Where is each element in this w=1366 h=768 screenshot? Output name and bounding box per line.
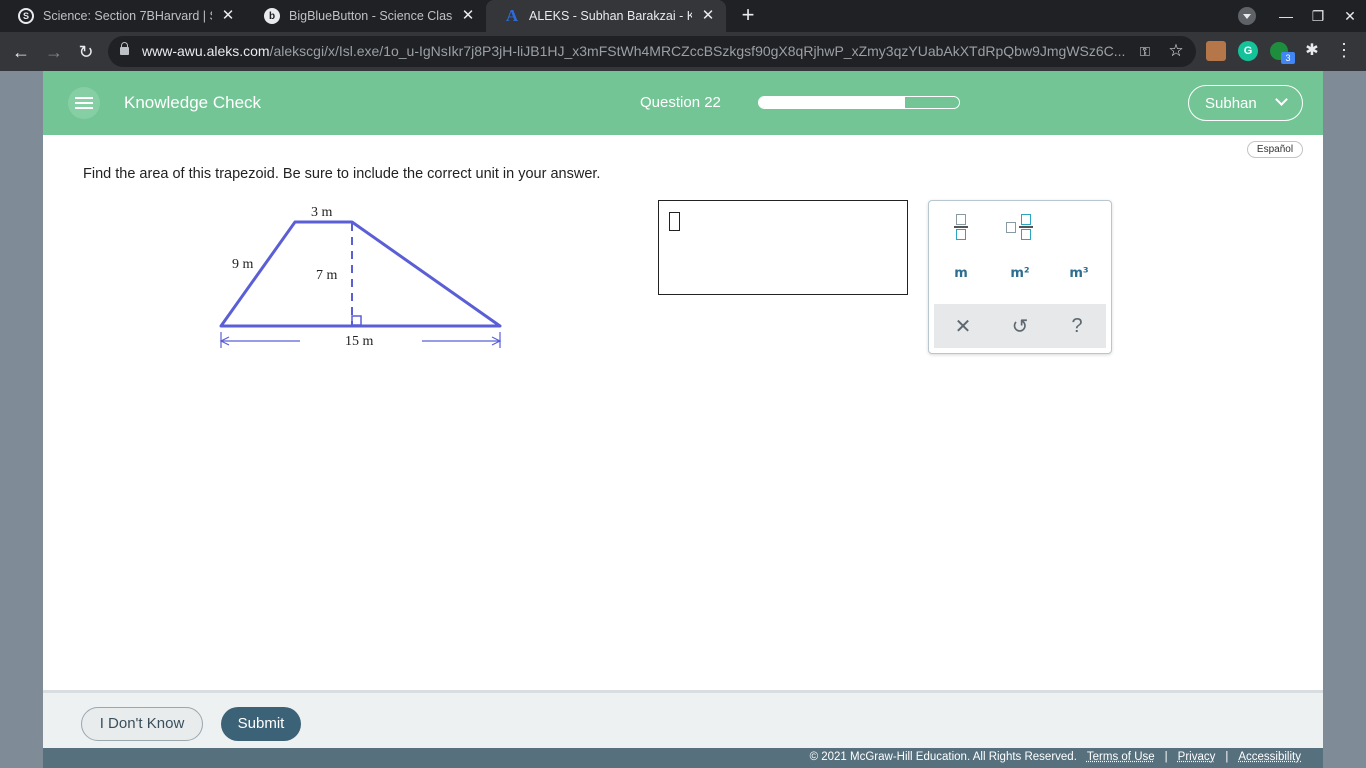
browser-tab-schoology[interactable]: S Science: Section 7BHarvard | Sc ✕ — [0, 0, 246, 32]
forward-icon[interactable]: → — [42, 40, 66, 64]
action-bar: I Don't Know Submit — [43, 690, 1323, 748]
fraction-button[interactable] — [941, 209, 981, 245]
minimize-icon[interactable]: — — [1276, 6, 1296, 26]
terms-of-use-link[interactable]: Terms of Use — [1087, 751, 1155, 763]
unit-m3-button[interactable]: m³ — [1059, 255, 1099, 291]
input-cursor — [669, 212, 680, 231]
aleks-app: Knowledge Check Question 22 Subhan Españ… — [43, 71, 1323, 768]
browser-tab-bigbluebutton[interactable]: b BigBlueButton - Science Class (3 ✕ — [246, 0, 486, 32]
url-text[interactable]: www-awu.aleks.com/alekscgi/x/Isl.exe/1o_… — [142, 43, 1132, 59]
question-label: Question 22 — [640, 94, 721, 111]
palette-tools: ✕ ↺ ? — [934, 304, 1106, 348]
close-icon[interactable]: ✕ — [460, 8, 476, 24]
question-prompt: Find the area of this trapezoid. Be sure… — [83, 166, 601, 182]
mixed-number-whole-icon — [1005, 221, 1016, 233]
math-palette: m m² m³ ✕ ↺ ? — [928, 200, 1112, 354]
user-name: Subhan — [1205, 94, 1257, 112]
label-height: 7 m — [316, 268, 338, 283]
bookmark-star-icon[interactable]: ☆ — [1166, 41, 1186, 61]
undo-icon[interactable]: ↺ — [1000, 304, 1040, 348]
accessibility-link[interactable]: Accessibility — [1238, 751, 1301, 763]
bigbluebutton-icon: b — [264, 8, 280, 24]
maximize-icon[interactable]: ❐ — [1308, 6, 1328, 26]
language-button[interactable]: Español — [1247, 141, 1303, 158]
unit-m-button[interactable]: m — [941, 255, 981, 291]
page-background: Knowledge Check Question 22 Subhan Españ… — [0, 71, 1366, 768]
label-top: 3 m — [311, 205, 333, 220]
fraction-icon — [954, 214, 968, 240]
browser-tab-aleks[interactable]: A ALEKS - Subhan Barakzai - Know ✕ — [486, 0, 726, 32]
submit-button[interactable]: Submit — [221, 707, 301, 741]
close-icon[interactable]: ✕ — [220, 8, 236, 24]
copyright-text: © 2021 McGraw-Hill Education. All Rights… — [809, 751, 1077, 763]
label-base: 15 m — [345, 334, 374, 349]
progress-bar — [758, 96, 960, 109]
lock-icon — [120, 42, 129, 55]
divider: | — [1164, 751, 1168, 763]
browser-toolbar: ← → ↻ www-awu.aleks.com/alekscgi/x/Isl.e… — [0, 32, 1366, 71]
clear-icon[interactable]: ✕ — [943, 304, 983, 348]
tab-search-icon[interactable] — [1238, 7, 1256, 25]
trapezoid-figure: 3 m 9 m 7 m 15 m — [203, 196, 533, 356]
extension-avatar-icon[interactable] — [1206, 41, 1226, 61]
privacy-link[interactable]: Privacy — [1178, 751, 1216, 763]
tab-title: BigBlueButton - Science Class (3 — [289, 9, 452, 23]
page-title: Knowledge Check — [124, 93, 262, 112]
mixed-number-button[interactable] — [999, 209, 1039, 245]
unit-m2-button[interactable]: m² — [1000, 255, 1040, 291]
schoology-icon: S — [18, 8, 34, 24]
back-icon[interactable]: ← — [9, 40, 33, 64]
answer-input[interactable] — [658, 200, 908, 295]
hamburger-menu-icon[interactable] — [68, 87, 100, 119]
reload-icon[interactable]: ↻ — [74, 40, 98, 64]
grammarly-icon[interactable]: G — [1238, 41, 1258, 61]
trapezoid-shape — [219, 220, 502, 328]
url-host: www-awu.aleks.com — [142, 43, 270, 59]
user-menu-button[interactable]: Subhan — [1188, 85, 1303, 121]
dont-know-button[interactable]: I Don't Know — [81, 707, 203, 741]
help-icon[interactable]: ? — [1057, 304, 1097, 348]
mixed-number-fraction-icon — [1018, 214, 1033, 240]
aleks-icon: A — [505, 6, 519, 25]
extension-badge: 3 — [1281, 52, 1295, 64]
chevron-down-icon — [1275, 93, 1288, 106]
progress-fill — [759, 97, 905, 108]
browser-menu-icon[interactable]: ⋮ — [1334, 40, 1354, 60]
new-tab-icon[interactable]: + — [737, 4, 759, 27]
url-path: /alekscgi/x/Isl.exe/1o_u-IgNsIkr7j8P3jH-… — [269, 43, 1126, 59]
window-close-icon[interactable]: ✕ — [1340, 6, 1360, 26]
browser-tab-strip: S Science: Section 7BHarvard | Sc ✕ b Bi… — [0, 0, 1366, 32]
copyright-bar: © 2021 McGraw-Hill Education. All Rights… — [43, 748, 1323, 768]
tab-title: ALEKS - Subhan Barakzai - Know — [529, 9, 692, 23]
extensions-puzzle-icon[interactable]: ✱ — [1302, 41, 1322, 61]
address-bar[interactable]: www-awu.aleks.com/alekscgi/x/Isl.exe/1o_… — [108, 36, 1196, 67]
app-header: Knowledge Check Question 22 Subhan — [43, 71, 1323, 135]
tab-title: Science: Section 7BHarvard | Sc — [43, 9, 212, 23]
close-icon[interactable]: ✕ — [700, 8, 716, 24]
right-angle-marker — [351, 315, 362, 326]
trapezoid-diagram: 3 m 9 m 7 m 15 m — [219, 205, 502, 349]
divider: | — [1225, 751, 1229, 763]
label-left-side: 9 m — [232, 257, 254, 272]
key-icon[interactable]: ⚿ — [1135, 42, 1155, 62]
